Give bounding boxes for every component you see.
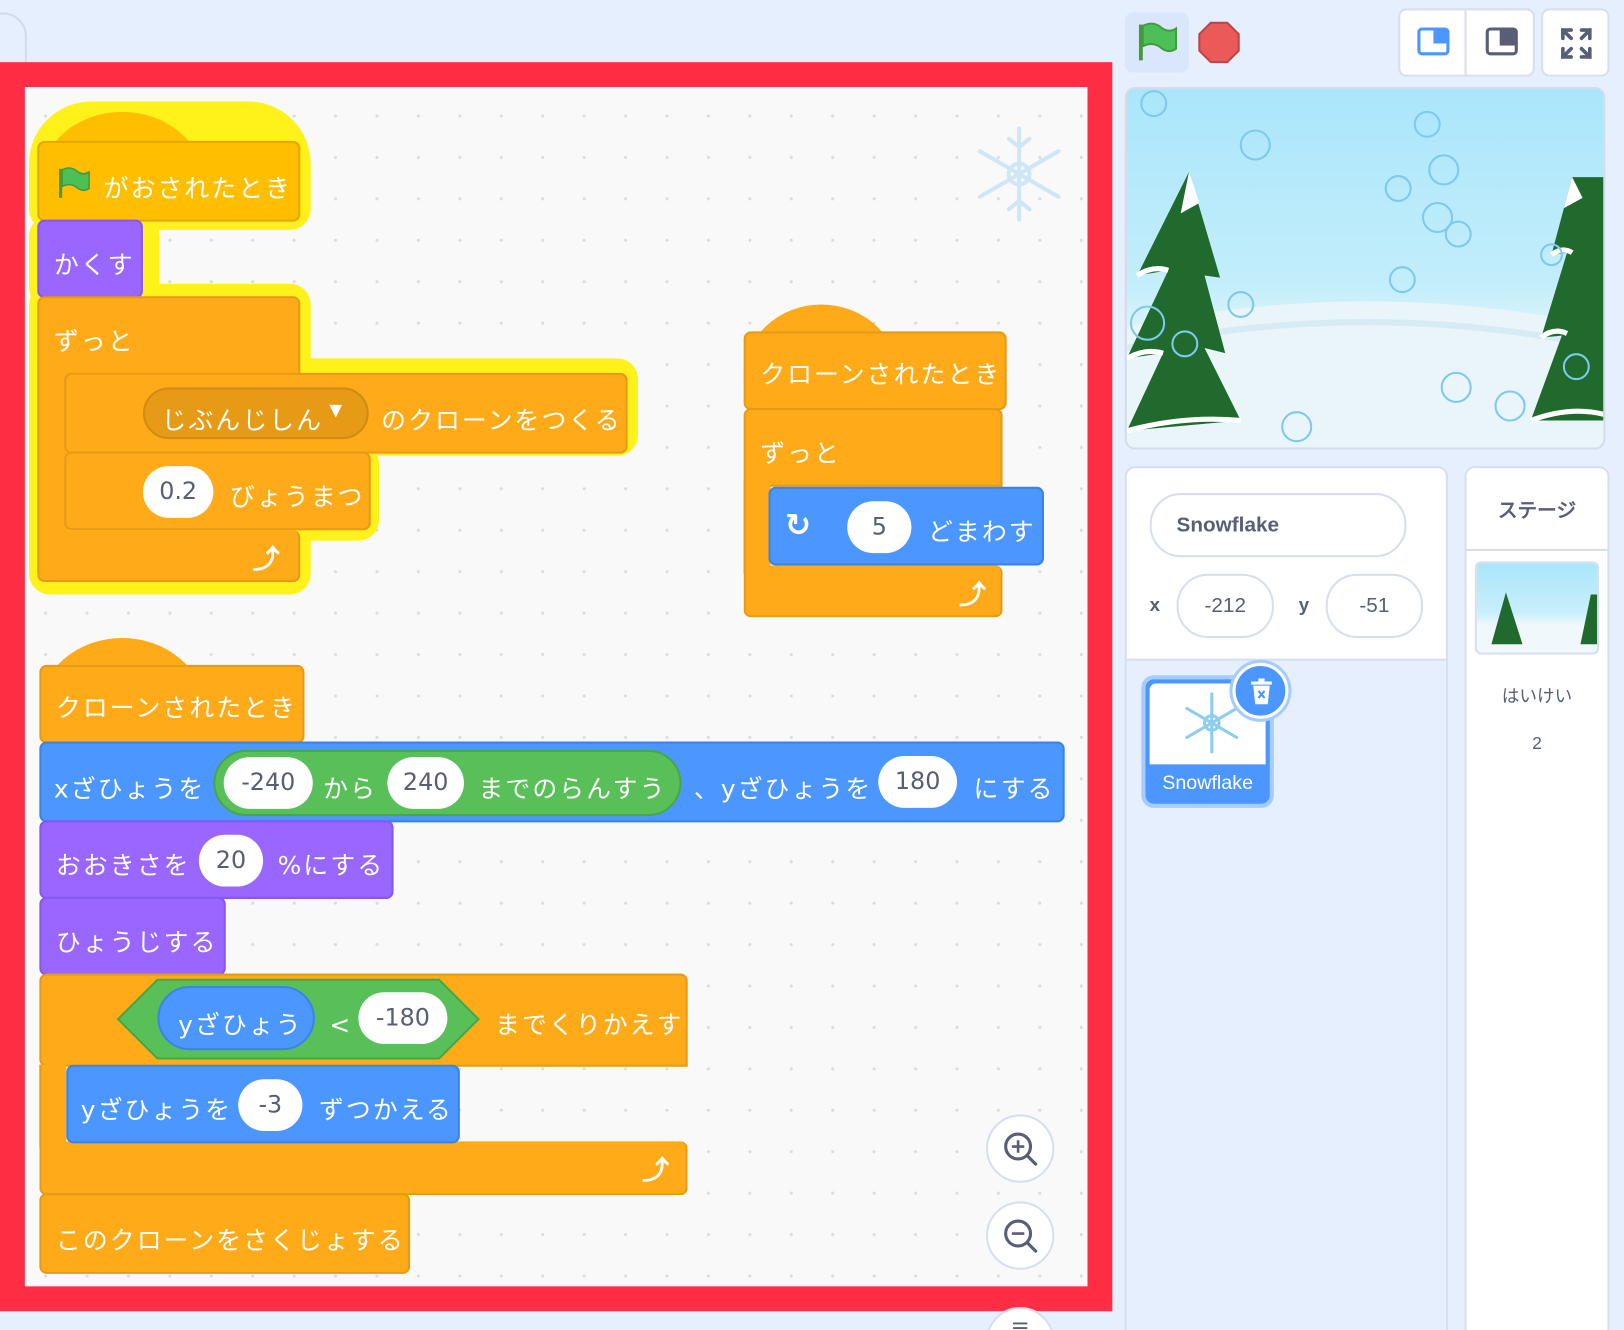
forever-label: ずっと	[53, 327, 135, 357]
repeat-until-block[interactable]: yざひょう < -180 までくりかえす	[39, 973, 688, 1067]
hide-block[interactable]: かくす	[37, 219, 143, 299]
less-than-label: <	[329, 1010, 353, 1040]
backdrops-label: はいけい	[1501, 686, 1573, 707]
backdrop-thumbnail[interactable]	[1474, 561, 1600, 655]
when-clone-start-block[interactable]: クローンされたとき	[743, 331, 1007, 411]
create-clone-label: のクローンをつくる	[381, 405, 622, 435]
turn-input[interactable]: 5	[847, 501, 912, 554]
change-y-suffix: ずつかえる	[318, 1095, 453, 1125]
backdrop-thumbnail-image	[1491, 592, 1598, 645]
set-x-label: xざひょうを	[53, 774, 206, 804]
wait-input[interactable]: 0.2	[142, 466, 214, 518]
zoom-out-icon	[1004, 1219, 1038, 1253]
code-area[interactable]: がおされたとき かくす ずっと ⤴ じぶんじしん ▼ のクローンをつくる 0.2…	[24, 86, 1088, 1287]
y-position-input[interactable]: -51	[1325, 573, 1424, 638]
random-to-input[interactable]: 240	[387, 757, 464, 809]
green-flag-icon	[59, 167, 90, 198]
wait-label: びょうまつ	[229, 482, 365, 512]
equals-icon: =	[1010, 1312, 1030, 1330]
stage-scene	[1126, 90, 1604, 448]
stage-size-toggle	[1398, 8, 1535, 77]
backdrops-count: 2	[1532, 733, 1542, 753]
normal-stage-button[interactable]	[1469, 10, 1535, 74]
loop-arrow-icon: ⤴	[252, 544, 282, 576]
when-flag-clicked-block[interactable]: がおされたとき	[37, 140, 301, 222]
fullscreen-icon	[1561, 28, 1592, 59]
delete-clone-block[interactable]: このクローンをさくじょする	[39, 1193, 411, 1274]
when-clone-label: クローンされたとき	[55, 693, 298, 723]
sprite-thumbnail-label: Snowflake	[1162, 772, 1254, 795]
wait-block[interactable]: 0.2 びょうまつ	[64, 451, 371, 531]
repeat-arm	[39, 1064, 67, 1148]
normal-stage-icon	[1485, 27, 1518, 56]
forever-label: ずっと	[760, 439, 841, 469]
loop-arrow-icon: ⤴	[959, 579, 989, 612]
change-y-label: yざひょうを	[80, 1095, 233, 1125]
set-y-input[interactable]: 180	[878, 756, 957, 808]
when-flag-label: がおされたとき	[103, 173, 293, 203]
delete-sprite-button[interactable]	[1232, 662, 1289, 719]
forever-arm	[743, 480, 771, 574]
size-suffix: %にする	[277, 851, 385, 881]
pick-random-block[interactable]: -240 から 240 までのらんすう	[213, 749, 682, 817]
zoom-out-button[interactable]	[985, 1201, 1055, 1270]
set-size-block[interactable]: おおきさを 20 %にする	[39, 820, 394, 899]
stage-selector-panel[interactable]: ステージ はいけい 2	[1464, 466, 1610, 1330]
compare-input[interactable]: -180	[358, 992, 448, 1044]
when-clone-start-block[interactable]: クローンされたとき	[39, 664, 305, 744]
sprite-list: Snowflake	[1126, 658, 1446, 1330]
size-input[interactable]: 20	[198, 834, 264, 887]
green-flag-icon	[1138, 22, 1178, 61]
stage-panel-title: ステージ	[1466, 468, 1608, 551]
forever-block[interactable]: ずっと	[743, 408, 1003, 487]
size-label: おおきさを	[55, 851, 191, 881]
rotate-right-icon: ↻	[785, 507, 814, 544]
delete-clone-label: このクローンをさくじょする	[55, 1226, 405, 1256]
go-to-xy-block[interactable]: xざひょうを -240 から 240 までのらんすう 、yざひょうを 180 に…	[39, 741, 1065, 823]
trash-icon	[1251, 678, 1272, 705]
sprite-info-panel: Snowflake x -212 y -51 Snowflake	[1124, 466, 1448, 1330]
forever-foot: ⤴	[37, 530, 301, 583]
x-position-input[interactable]: -212	[1176, 573, 1274, 638]
repeat-until-label: までくりかえす	[495, 1010, 684, 1040]
when-clone-label: クローンされたとき	[760, 360, 1002, 390]
create-clone-block[interactable]: じぶんじしん ▼ のクローンをつくる	[64, 372, 628, 454]
show-block[interactable]: ひょうじする	[39, 896, 226, 976]
forever-block[interactable]: ずっと	[37, 296, 301, 375]
dropdown-caret-icon: ▼	[329, 399, 345, 420]
clone-target-value: じぶんじしん	[161, 405, 324, 435]
clone-target-dropdown[interactable]: じぶんじしん ▼	[142, 387, 369, 440]
change-y-input[interactable]: -3	[238, 1079, 303, 1131]
small-stage-button[interactable]	[1400, 10, 1467, 75]
loop-arrow-icon: ⤴	[642, 1155, 672, 1187]
random-to-label: までのらんすう	[478, 774, 667, 804]
stop-button[interactable]	[1197, 21, 1240, 69]
sprite-name-input[interactable]: Snowflake	[1149, 492, 1407, 558]
y-label: y	[1298, 594, 1310, 616]
zoom-in-icon	[1004, 1132, 1038, 1166]
y-reporter-label: yざひょう	[178, 1010, 303, 1040]
set-y-suffix: にする	[973, 774, 1055, 804]
show-label: ひょうじする	[55, 927, 218, 957]
random-from-input[interactable]: -240	[223, 757, 313, 809]
small-stage-icon	[1417, 27, 1450, 56]
y-position-reporter[interactable]: yざひょう	[157, 985, 315, 1051]
set-y-label: 、yざひょうを	[693, 774, 873, 804]
forever-foot: ⤴	[743, 565, 1003, 618]
green-flag-button[interactable]	[1124, 12, 1189, 73]
hide-label: かくす	[53, 250, 135, 280]
stop-icon	[1198, 21, 1240, 64]
fullscreen-button[interactable]	[1541, 8, 1610, 77]
change-y-block[interactable]: yざひょうを -3 ずつかえる	[66, 1064, 460, 1144]
x-label: x	[1149, 594, 1161, 616]
sprite-watermark-icon	[977, 126, 1061, 222]
zoom-in-button[interactable]	[985, 1114, 1055, 1183]
turn-label: どまわす	[927, 517, 1036, 547]
turn-block[interactable]: ↻ 5 どまわす	[768, 486, 1044, 566]
repeat-foot: ⤴	[39, 1141, 688, 1196]
random-from-label: から	[323, 774, 377, 804]
stage-canvas[interactable]	[1124, 86, 1606, 450]
